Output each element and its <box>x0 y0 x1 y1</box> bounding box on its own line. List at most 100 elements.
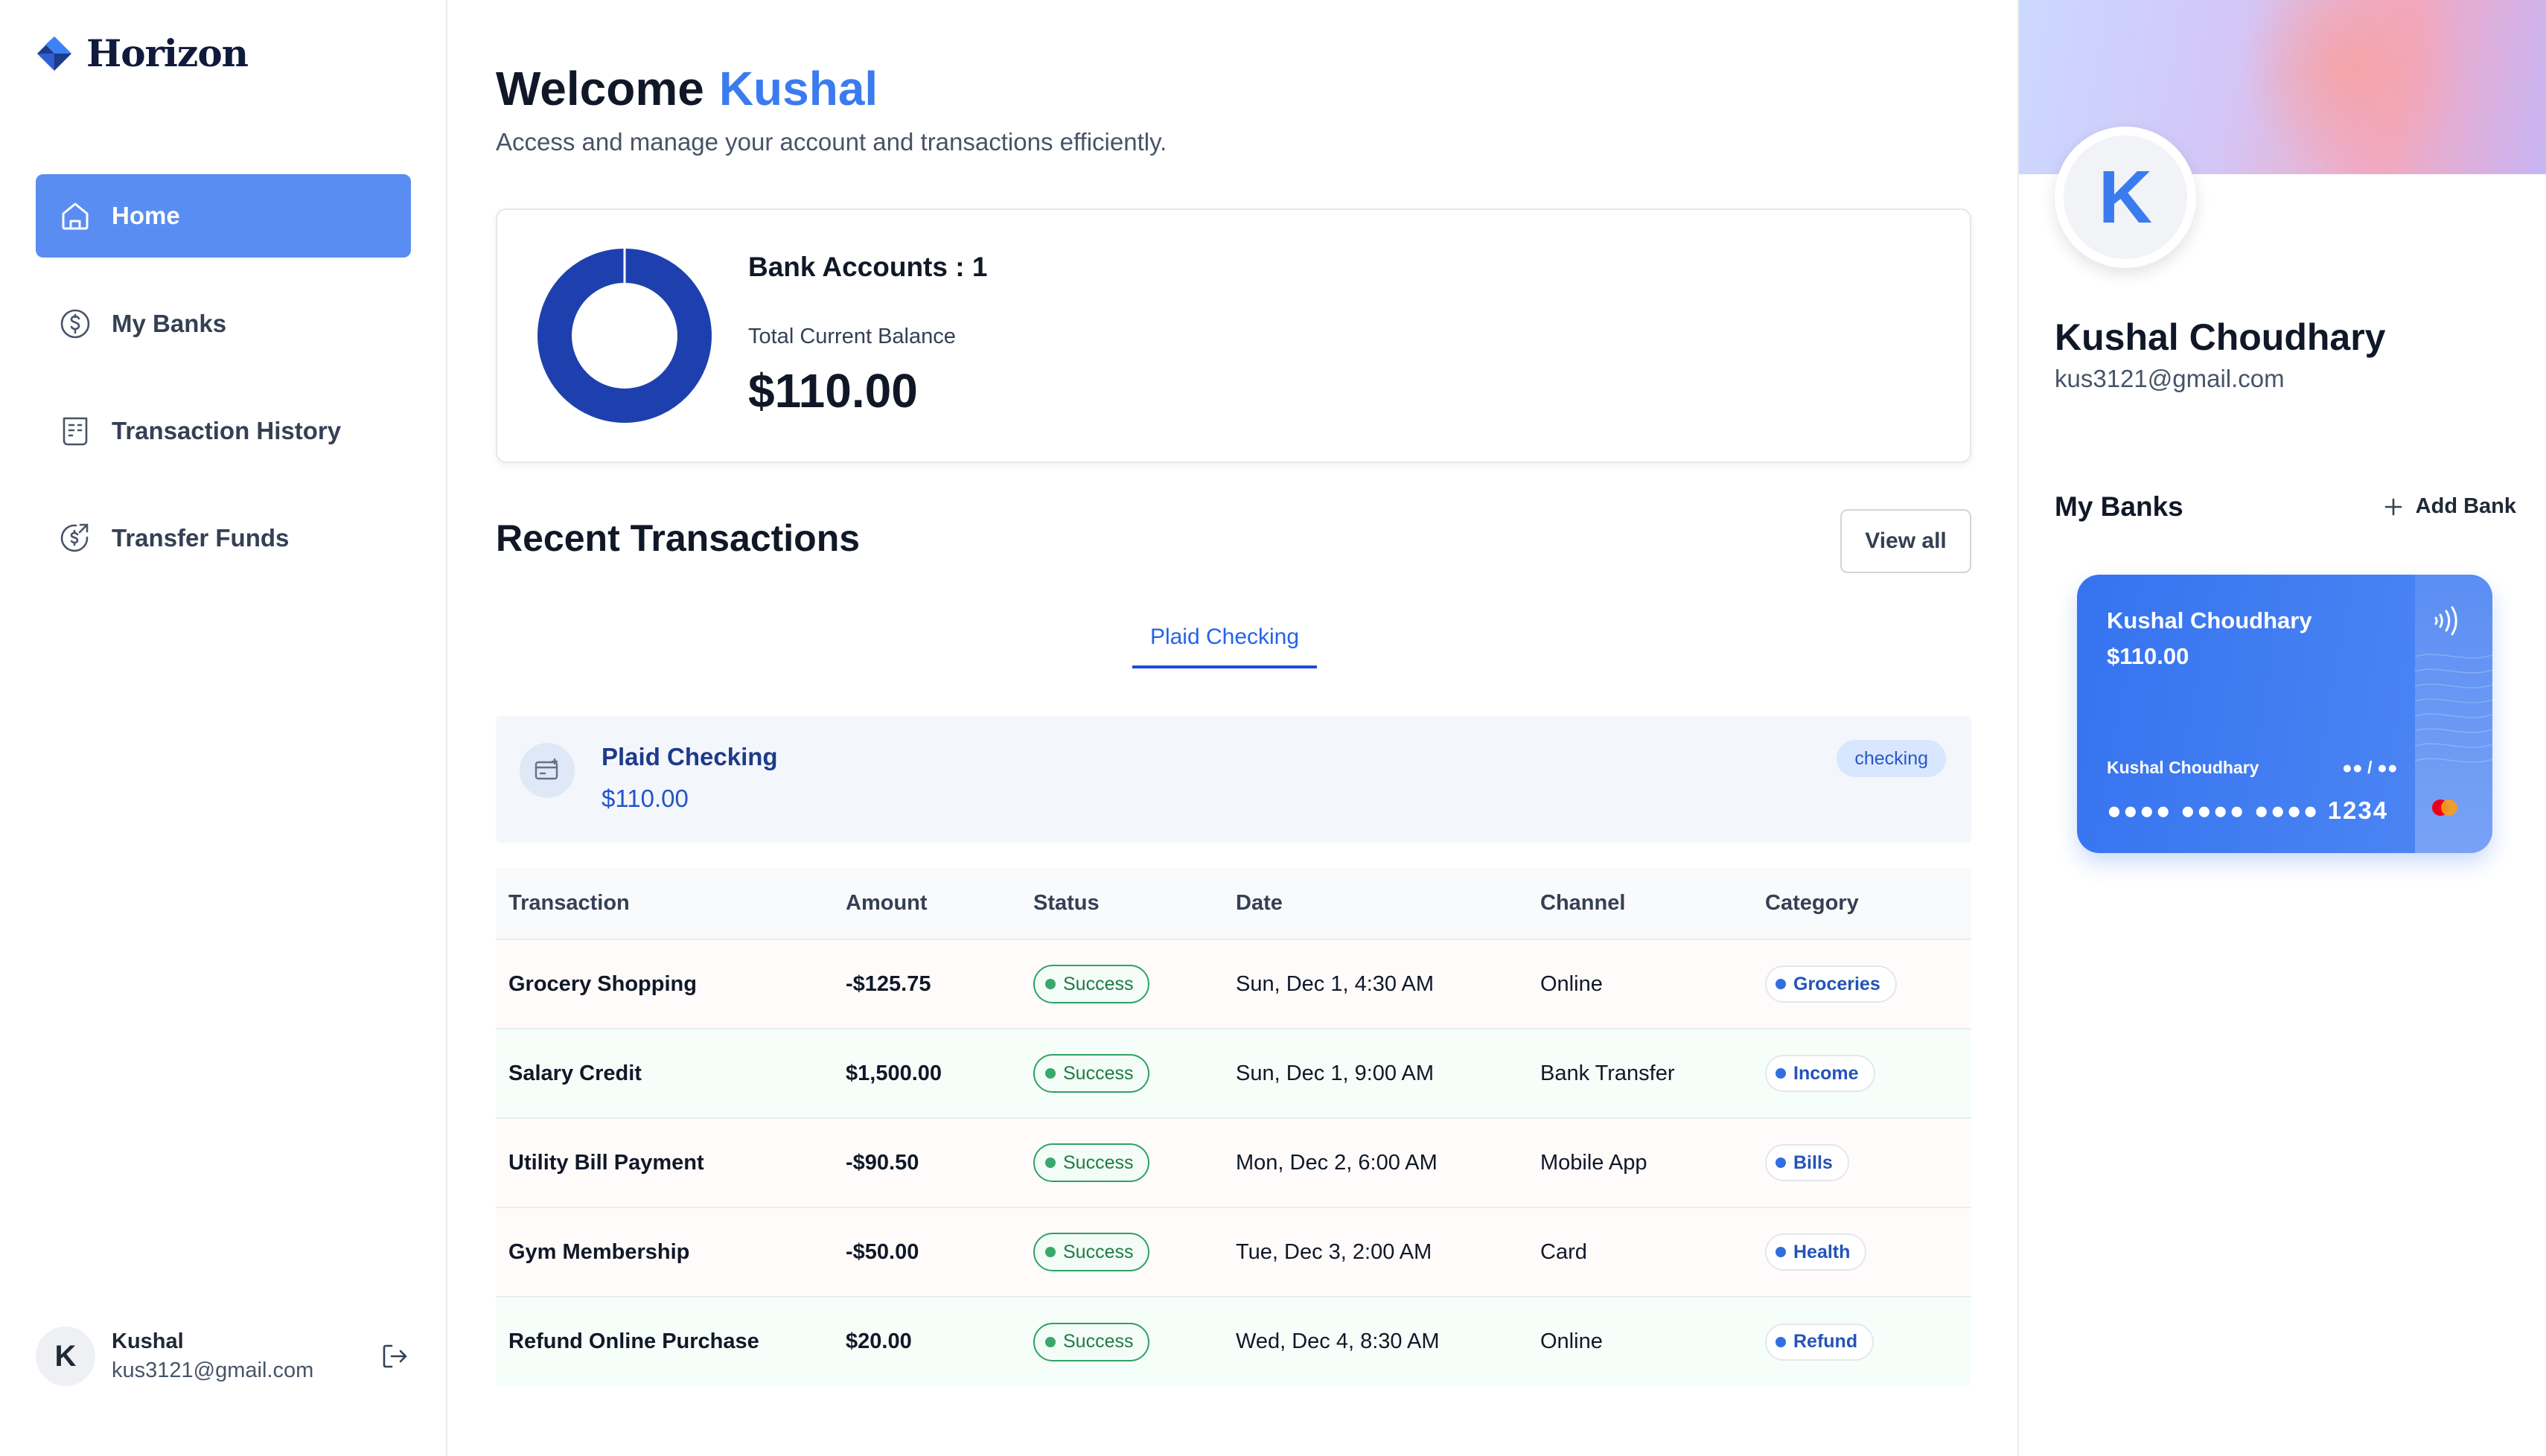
avatar[interactable]: K <box>36 1326 95 1386</box>
transaction-amount: -$90.50 <box>833 1118 1021 1208</box>
sidebar-item-my-banks[interactable]: My Banks <box>36 283 411 365</box>
mastercard-icon <box>2432 799 2457 816</box>
profile-name: Kushal Choudhary <box>2055 316 2386 358</box>
category-cell: Refund <box>1752 1297 1971 1386</box>
column-header: Channel <box>1528 868 1752 940</box>
status-cell: Success <box>1021 1207 1223 1297</box>
status-text: Success <box>1063 1331 1134 1352</box>
status-text: Success <box>1063 1152 1134 1173</box>
sidebar-user: K Kushal kus3121@gmail.com <box>36 1326 411 1386</box>
table-row[interactable]: Refund Online Purchase $20.00 Success We… <box>496 1297 1971 1386</box>
category-dot-icon <box>1776 979 1786 989</box>
add-bank-button[interactable]: Add Bank <box>2381 494 2516 519</box>
status-dot-icon <box>1045 979 1056 989</box>
category-badge: Health <box>1765 1233 1867 1271</box>
table-row[interactable]: Salary Credit $1,500.00 Success Sun, Dec… <box>496 1029 1971 1119</box>
horizon-logo-icon <box>37 36 71 71</box>
welcome-user-name: Kushal <box>718 62 878 115</box>
category-dot-icon <box>1776 1247 1786 1257</box>
home-icon <box>62 202 89 230</box>
status-badge: Success <box>1033 1233 1150 1271</box>
card-expiry: ●● / ●● <box>2342 758 2398 777</box>
transaction-name: Grocery Shopping <box>496 939 833 1029</box>
welcome-text: Welcome <box>496 62 704 115</box>
sidebar-item-label: My Banks <box>112 310 227 337</box>
category-dot-icon <box>1776 1158 1786 1168</box>
bank-card[interactable]: Kushal Choudhary $110.00 Kushal Choudhar… <box>2077 575 2492 853</box>
plus-icon <box>2384 498 2402 515</box>
column-header: Transaction <box>496 868 833 940</box>
banner-gradient-blob <box>2242 0 2466 174</box>
category-cell: Health <box>1752 1207 1971 1297</box>
transaction-amount: $1,500.00 <box>833 1029 1021 1119</box>
category-cell: Bills <box>1752 1118 1971 1208</box>
sidebar-item-transaction-history[interactable]: Transaction History <box>36 390 411 472</box>
tab-plaid-checking[interactable]: Plaid Checking <box>1117 603 1332 671</box>
category-badge: Bills <box>1765 1144 1849 1181</box>
bank-card-icon <box>535 758 558 780</box>
transaction-amount: $20.00 <box>833 1297 1021 1386</box>
transaction-name: Gym Membership <box>496 1207 833 1297</box>
category-text: Refund <box>1793 1331 1858 1352</box>
status-text: Success <box>1063 1241 1134 1262</box>
transaction-date: Wed, Dec 4, 8:30 AM <box>1223 1297 1528 1386</box>
profile-email: kus3121@gmail.com <box>2055 365 2285 392</box>
brand-name: Horizon <box>86 31 249 75</box>
category-text: Groceries <box>1793 973 1880 994</box>
status-cell: Success <box>1021 1297 1223 1386</box>
table-row[interactable]: Gym Membership -$50.00 Success Tue, Dec … <box>496 1207 1971 1297</box>
dollar-circle-icon <box>60 309 90 339</box>
account-name: Plaid Checking <box>602 743 778 770</box>
status-dot-icon <box>1045 1068 1056 1079</box>
card-balance: $110.00 <box>2107 643 2189 669</box>
status-text: Success <box>1063 1062 1134 1084</box>
sidebar-nav: Home My Banks Transaction History Transf… <box>36 174 411 604</box>
account-type-badge: checking <box>1837 740 1946 777</box>
category-dot-icon <box>1776 1336 1786 1347</box>
status-dot-icon <box>1045 1158 1056 1168</box>
transaction-channel: Online <box>1528 939 1752 1029</box>
account-balance: $110.00 <box>602 785 689 812</box>
status-badge: Success <box>1033 1143 1150 1182</box>
bank-accounts-count: Bank Accounts : 1 <box>748 252 988 282</box>
total-balance-amount: $110.00 <box>748 364 918 418</box>
user-email: kus3121@gmail.com <box>112 1358 314 1382</box>
transaction-channel: Bank Transfer <box>1528 1029 1752 1119</box>
column-header: Category <box>1752 868 1971 940</box>
status-cell: Success <box>1021 1118 1223 1208</box>
transaction-amount: -$125.75 <box>833 939 1021 1029</box>
table-row[interactable]: Grocery Shopping -$125.75 Success Sun, D… <box>496 939 1971 1029</box>
profile-panel: K Kushal Choudhary kus3121@gmail.com My … <box>2017 0 2546 1456</box>
category-badge: Income <box>1765 1055 1875 1092</box>
category-cell: Groceries <box>1752 939 1971 1029</box>
recent-transactions-title: Recent Transactions <box>496 517 861 559</box>
status-badge: Success <box>1033 1322 1150 1361</box>
account-summary[interactable]: Plaid Checking $110.00 checking <box>496 716 1971 843</box>
transaction-channel: Online <box>1528 1297 1752 1386</box>
sidebar-item-label: Home <box>112 202 180 229</box>
transaction-date: Sun, Dec 1, 9:00 AM <box>1223 1029 1528 1119</box>
card-holder-name: Kushal Choudhary <box>2107 758 2259 777</box>
my-banks-title: My Banks <box>2055 491 2183 522</box>
status-badge: Success <box>1033 965 1150 1003</box>
profile-avatar[interactable]: K <box>2055 127 2196 268</box>
transaction-channel: Card <box>1528 1207 1752 1297</box>
category-text: Health <box>1793 1241 1851 1262</box>
brand-logo[interactable]: Horizon <box>36 31 249 75</box>
card-number: ●●●● ●●●● ●●●● 1234 <box>2107 796 2389 824</box>
table-row[interactable]: Utility Bill Payment -$90.50 Success Mon… <box>496 1118 1971 1208</box>
status-badge: Success <box>1033 1054 1150 1093</box>
transaction-date: Sun, Dec 1, 4:30 AM <box>1223 939 1528 1029</box>
category-badge: Groceries <box>1765 965 1897 1003</box>
status-cell: Success <box>1021 1029 1223 1119</box>
card-bank-name: Kushal Choudhary <box>2107 607 2312 633</box>
category-text: Bills <box>1793 1152 1833 1173</box>
transaction-channel: Mobile App <box>1528 1118 1752 1208</box>
transaction-name: Refund Online Purchase <box>496 1297 833 1386</box>
sidebar-item-home[interactable]: Home <box>36 174 411 258</box>
view-all-button[interactable]: View all <box>1840 509 1971 573</box>
sidebar-item-transfer-funds[interactable]: Transfer Funds <box>36 497 411 579</box>
sidebar: Horizon Home My Banks Transaction Histor… <box>0 0 447 1456</box>
transaction-name: Utility Bill Payment <box>496 1118 833 1208</box>
logout-icon[interactable] <box>378 1340 411 1373</box>
